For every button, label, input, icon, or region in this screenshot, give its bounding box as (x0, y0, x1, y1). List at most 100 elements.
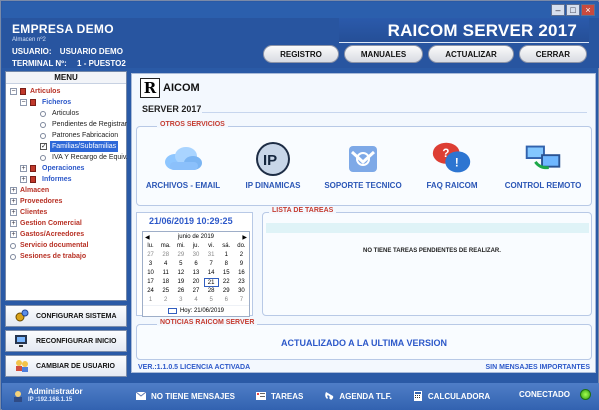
messages-status[interactable]: NO TIENE MENSAJES (135, 390, 235, 402)
calendar-day[interactable]: 4 (188, 296, 203, 305)
calendar-day[interactable]: 27 (188, 287, 203, 296)
calendar-day[interactable]: 28 (158, 251, 173, 260)
important-messages-link[interactable]: SIN MENSAJES IMPORTANTES (486, 364, 591, 371)
calendar-day[interactable]: 11 (158, 269, 173, 278)
calendar-day[interactable]: 13 (188, 269, 203, 278)
calendar-day[interactable]: 22 (219, 278, 234, 287)
control-remoto-service[interactable]: CONTROL REMOTO (500, 139, 586, 190)
calendar-day-selected[interactable]: 21 (203, 278, 219, 287)
collapse-icon[interactable]: − (20, 99, 27, 106)
cerrar-button[interactable]: CERRAR (518, 45, 587, 63)
tree-item-servicio-documental[interactable]: Servicio documental (6, 240, 126, 251)
tree-item-ficheros[interactable]: − Ficheros (6, 97, 126, 108)
tree-item-operaciones[interactable]: + Operaciones (6, 163, 126, 174)
calendar-day[interactable]: 29 (219, 287, 234, 296)
expand-icon[interactable]: + (10, 209, 17, 216)
ip-dinamicas-service[interactable]: IP IP DINAMICAS (230, 139, 316, 190)
calendar-day[interactable]: 26 (173, 287, 188, 296)
maximize-button[interactable]: □ (566, 4, 580, 16)
calendar-day[interactable]: 17 (143, 278, 158, 287)
soporte-tecnico-service[interactable]: SOPORTE TECNICO (320, 139, 406, 190)
calculator-status[interactable]: CALCULADORA (412, 390, 490, 402)
tasks-panel: LISTA DE TAREAS NO TIENE TAREAS PENDIENT… (262, 207, 592, 316)
calendar-day[interactable]: 28 (204, 287, 219, 296)
calendar-day[interactable]: 14 (204, 269, 219, 278)
tree-item-iva[interactable]: IVA Y Recargo de Equiv. (6, 152, 128, 163)
calendar-day[interactable]: 5 (204, 296, 219, 305)
tree-item-articulos[interactable]: − Articulos (6, 86, 126, 97)
calendar-day[interactable]: 16 (234, 269, 249, 278)
calendar-day[interactable]: 25 (158, 287, 173, 296)
calendar-day[interactable]: 9 (234, 260, 249, 269)
tree-item-proveedores[interactable]: + Proveedores (6, 196, 126, 207)
collapse-icon[interactable]: − (10, 88, 17, 95)
calendar-day[interactable]: 24 (143, 287, 158, 296)
tree-item-gastos[interactable]: + Gastos/Acreedores (6, 229, 126, 240)
cambiar-usuario-button[interactable]: CAMBIAR DE USUARIO (5, 355, 127, 377)
calendar-day[interactable]: 18 (158, 278, 173, 287)
calendar-day[interactable]: 8 (219, 260, 234, 269)
calendar-day[interactable]: 1 (219, 251, 234, 260)
tree-item-pendientes[interactable]: Pendientes de Registrar (6, 119, 127, 130)
calendar-day[interactable]: 30 (234, 287, 249, 296)
calendar-day[interactable]: 31 (204, 251, 219, 260)
calendar-day[interactable]: 3 (173, 296, 188, 305)
calendar-day[interactable]: 6 (219, 296, 234, 305)
calendar-prev-button[interactable]: ◀ (145, 234, 150, 241)
tree-item-familias[interactable]: ✓ Familias/Subfamilias (6, 141, 126, 152)
monitor-icon (14, 333, 30, 349)
content-footer: VER.:1.1.0.5 LICENCIA ACTIVADA SIN MENSA… (138, 364, 590, 371)
tree-item-informes[interactable]: + Informes (6, 174, 126, 185)
configurar-sistema-button[interactable]: CONFIGURAR SISTEMA (5, 305, 127, 327)
status-actions: NO TIENE MENSAJES TAREAS AGENDA TLF. CAL… (135, 390, 490, 402)
reconfigurar-inicio-button[interactable]: RECONFIGURAR INICIO (5, 330, 127, 352)
expand-icon[interactable]: + (10, 231, 17, 238)
tasks-status[interactable]: TAREAS (255, 390, 303, 402)
expand-icon[interactable]: + (20, 165, 27, 172)
calendar-today-row[interactable]: Hoy: 21/06/2019 (143, 305, 249, 316)
calendar-day[interactable]: 4 (158, 260, 173, 269)
calendar-day[interactable]: 23 (234, 278, 249, 287)
expand-icon[interactable]: + (10, 198, 17, 205)
tree-item-gestion-comercial[interactable]: + Gestion Comercial (6, 218, 126, 229)
archivos-email-service[interactable]: ARCHIVOS - EMAIL (140, 139, 226, 190)
calendar-day[interactable]: 7 (204, 260, 219, 269)
manuales-button[interactable]: MANUALES (343, 45, 424, 63)
calendar-day[interactable]: 6 (188, 260, 203, 269)
calendar-day[interactable]: 19 (173, 278, 188, 287)
tree-item-clientes[interactable]: + Clientes (6, 207, 126, 218)
calendar-day[interactable]: 20 (188, 278, 203, 287)
minimize-button[interactable]: – (551, 4, 565, 16)
tree-item-patrones[interactable]: Patrones Fabricacion (6, 130, 126, 141)
news-title: NOTICIAS RAICOM SERVER (157, 319, 258, 326)
calendar-day[interactable]: 15 (219, 269, 234, 278)
calendar-widget[interactable]: ◀ junio de 2019 ▶ lu. ma. mi. ju. vi. sá… (142, 231, 250, 317)
phone-book-icon (323, 390, 335, 402)
calendar-day[interactable]: 7 (234, 296, 249, 305)
calendar-day[interactable]: 12 (173, 269, 188, 278)
agenda-status[interactable]: AGENDA TLF. (323, 390, 392, 402)
book-icon (30, 165, 36, 172)
ip-icon-text: IP (263, 152, 277, 169)
expand-icon[interactable]: + (10, 220, 17, 227)
calendar-day[interactable]: 3 (143, 260, 158, 269)
calendar-day[interactable]: 10 (143, 269, 158, 278)
faq-raicom-service[interactable]: ?! FAQ RAICOM (409, 139, 495, 190)
calendar-day[interactable]: 27 (143, 251, 158, 260)
close-window-button[interactable]: × (581, 4, 595, 16)
tree-item-almacen[interactable]: + Almacen (6, 185, 126, 196)
tree-item-sesiones[interactable]: Sesiones de trabajo (6, 251, 126, 262)
calendar-day[interactable]: 29 (173, 251, 188, 260)
tree-item-articulos-sub[interactable]: Articulos (6, 108, 126, 119)
expand-icon[interactable]: + (20, 176, 27, 183)
expand-icon[interactable]: + (10, 187, 17, 194)
calendar-day[interactable]: 5 (173, 260, 188, 269)
calendar-day[interactable]: 1 (143, 296, 158, 305)
calendar-day[interactable]: 30 (188, 251, 203, 260)
registro-button[interactable]: REGISTRO (263, 45, 339, 63)
actualizar-button[interactable]: ACTUALIZAR (428, 45, 514, 63)
calendar-day[interactable]: 2 (158, 296, 173, 305)
calendar-next-button[interactable]: ▶ (242, 234, 247, 241)
calendar-day[interactable]: 2 (234, 251, 249, 260)
otros-servicios-title: OTROS SERVICIOS (157, 121, 228, 128)
